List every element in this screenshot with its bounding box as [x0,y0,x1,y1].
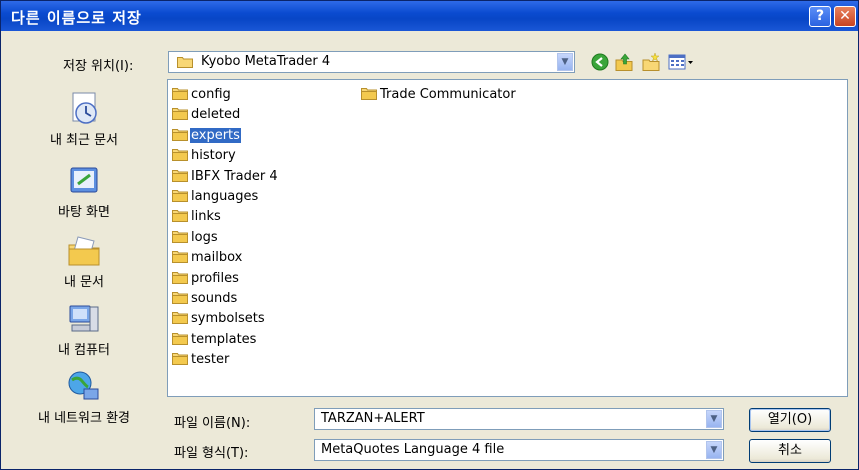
filename-label: 파일 이름(N): [174,416,251,431]
open-button[interactable]: 열기(O) [749,408,831,432]
list-item[interactable]: IBFX Trader 4 [172,167,279,186]
file-name: history [191,148,236,164]
list-item[interactable]: experts [172,126,241,145]
save-as-dialog: 다른 이름으로 저장 ? ✕ 저장 위치(I): Kyobo MetaTrade… [0,0,859,470]
place-my-computer[interactable]: 내 컴퓨터 [10,301,158,358]
up-folder-icon[interactable] [614,52,634,72]
location-combo[interactable]: Kyobo MetaTrader 4 ▼ [168,51,575,73]
file-name: Trade Communicator [380,87,516,102]
list-item[interactable]: logs [172,228,219,247]
file-name: config [191,87,231,102]
list-item[interactable]: templates [172,330,257,349]
folder-icon [172,353,188,366]
close-button[interactable]: ✕ [834,6,856,27]
folder-icon [172,128,188,141]
place-label: 내 최근 문서 [49,133,119,148]
place-label: 내 네트워크 환경 [38,411,130,426]
folder-icon [172,251,188,264]
list-item[interactable]: history [172,146,237,165]
my-computer-icon [69,305,99,332]
new-folder-icon[interactable] [641,52,661,72]
folder-icon [172,108,188,121]
file-name: IBFX Trader 4 [191,168,278,184]
folder-icon [172,312,188,325]
file-name: templates [191,331,257,347]
file-name: logs [191,229,218,245]
chevron-down-icon[interactable]: ▼ [557,53,573,71]
my-documents-icon [68,236,100,266]
list-item[interactable]: deleted [172,105,241,124]
place-recent-documents[interactable]: 내 최근 문서 [10,91,158,148]
filename-value: TARZAN+ALERT [321,411,425,426]
places-bar: 내 최근 문서 바탕 화면 내 문서 내 컴퓨터 내 네트워크 환경 [10,79,158,443]
title-bar[interactable]: 다른 이름으로 저장 ? ✕ [1,1,858,31]
network-places-icon [68,371,99,400]
folder-icon [177,57,193,68]
recent-documents-icon [72,92,97,124]
place-my-documents[interactable]: 내 문서 [10,233,158,290]
list-item[interactable]: links [172,207,222,226]
filename-input[interactable]: TARZAN+ALERT ▼ [314,408,724,430]
place-desktop[interactable]: 바탕 화면 [10,163,158,220]
list-item[interactable]: Trade Communicator [361,85,517,104]
folder-icon [172,190,188,202]
folder-icon [172,271,188,284]
place-label: 바탕 화면 [58,205,110,220]
file-name: symbolsets [191,311,265,327]
place-label: 내 컴퓨터 [58,343,110,358]
file-name: languages [191,189,259,204]
location-label: 저장 위치(I): [63,59,134,74]
list-item[interactable]: profiles [172,269,240,288]
folder-icon [172,332,188,345]
place-label: 내 문서 [63,275,104,290]
file-list[interactable]: config deleted experts history IBFX Trader 4… [167,79,848,397]
file-name: mailbox [191,250,243,266]
folder-icon [172,169,188,182]
list-item[interactable]: mailbox [172,248,243,267]
view-menu-icon[interactable] [668,53,694,71]
list-item[interactable]: symbolsets [172,309,266,328]
back-icon[interactable] [591,53,609,71]
location-value: Kyobo MetaTrader 4 [201,54,331,69]
filetype-select[interactable]: MetaQuotes Language 4 file ▼ [314,439,724,461]
file-name: profiles [191,270,239,286]
desktop-icon [70,167,98,193]
file-name: sounds [191,291,238,306]
filetype-label: 파일 형식(T): [174,446,249,461]
file-name: experts [190,127,241,143]
file-name: deleted [191,107,241,123]
folder-icon [172,292,188,304]
chevron-down-icon[interactable]: ▼ [706,441,722,459]
cancel-button[interactable]: 취소 [749,439,831,463]
folder-icon [361,88,377,100]
folder-icon [172,230,188,243]
filetype-value: MetaQuotes Language 4 file [321,442,505,457]
folder-icon [172,210,188,223]
folder-icon [172,149,188,162]
list-item[interactable]: sounds [172,289,238,308]
help-button[interactable]: ? [809,6,831,27]
list-item[interactable]: tester [172,350,230,369]
file-name: tester [191,352,230,368]
chevron-down-icon[interactable]: ▼ [706,410,722,428]
file-name: links [191,209,221,225]
place-network[interactable]: 내 네트워크 환경 [10,369,158,426]
folder-icon [172,88,188,100]
list-item[interactable]: config [172,85,232,104]
list-item[interactable]: languages [172,187,259,206]
window-title: 다른 이름으로 저장 [11,9,142,27]
